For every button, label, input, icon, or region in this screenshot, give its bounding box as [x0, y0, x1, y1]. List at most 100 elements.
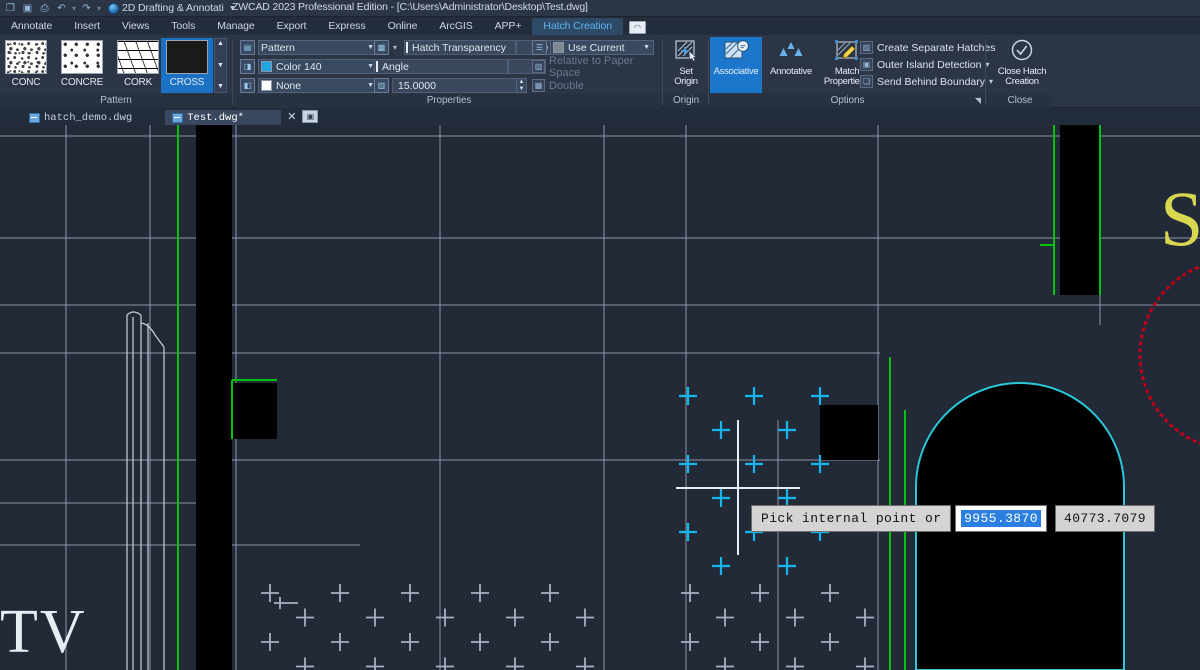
pattern-cork-label: CORK	[123, 77, 153, 88]
background-color-value: None	[276, 79, 302, 92]
command-prompt-tooltip: Pick internal point or	[751, 505, 952, 532]
tab-app-plus[interactable]: APP+	[484, 18, 533, 35]
outer-island-detection-row[interactable]: ▣ Outer Island Detection ▾	[860, 57, 990, 72]
pattern-concre-label: CONCRE	[60, 77, 104, 88]
hatch-color-icon: ◨	[240, 59, 255, 74]
angle-label-field[interactable]: Angle	[374, 59, 508, 74]
set-origin-label-line2: Origin	[674, 76, 698, 87]
create-separate-hatches-icon: ▨	[860, 41, 873, 54]
pattern-cross-label: CROSS	[169, 77, 205, 88]
undo-dropdown-icon[interactable]: ▾	[71, 1, 77, 15]
drawing-text-s: S	[1160, 175, 1200, 262]
conc-swatch-icon	[5, 40, 47, 74]
pattern-conc-button[interactable]: CONC	[0, 38, 52, 93]
close-tab-icon[interactable]: ✕	[287, 110, 296, 123]
file-tab-hatch-demo[interactable]: hatch_demo.dwg	[22, 110, 139, 125]
drawing-vectors	[0, 125, 1200, 670]
tab-manage[interactable]: Manage	[206, 18, 265, 35]
new-icon[interactable]: ❐	[3, 1, 18, 15]
relative-paper-space-row[interactable]: ▨ Relative to Paper Space	[532, 55, 662, 79]
crosshair-cursor	[676, 420, 800, 555]
create-separate-hatches-row[interactable]: ▨ Create Separate Hatches	[860, 40, 995, 55]
layer-color-chip	[553, 42, 564, 53]
transparency-caret-icon[interactable]: ▾	[393, 43, 397, 52]
file-tab-test[interactable]: Test.dwg*	[165, 110, 282, 125]
hatch-transparency-label-field[interactable]: Hatch Transparency	[404, 40, 517, 55]
chevron-down-icon[interactable]: ▼	[367, 63, 374, 70]
pattern-more-icon[interactable]: ▼	[217, 83, 224, 91]
tab-arcgis[interactable]: ArcGIS	[428, 18, 483, 35]
chevron-down-icon[interactable]: ▼	[367, 44, 374, 51]
double-row[interactable]: ▦ Double	[532, 77, 584, 94]
scale-stepper[interactable]: ▲ ▼	[516, 78, 527, 93]
plot-icon[interactable]: ⎙	[37, 1, 52, 15]
workspace-switcher[interactable]: 2D Drafting & Annotati ▼	[108, 2, 236, 14]
panel-pattern: CONC CONCRE CORK CROSS ▲ ▼ ▼ Pattern	[0, 35, 232, 108]
layer-combo[interactable]: Use Current ▼	[550, 40, 654, 55]
pattern-conc-label: CONC	[11, 77, 41, 88]
quick-access-toolbar: ❐ ▣ ⎙ ↶ ▾ ↷ ▾ 2D Drafting & Annotati ▼	[0, 1, 236, 15]
send-behind-boundary-row[interactable]: ❑ Send Behind Boundary ▾	[860, 74, 993, 89]
close-hatch-creation-button[interactable]: Close Hatch Creation	[994, 37, 1050, 93]
scroll-up-icon[interactable]: ▲	[217, 40, 224, 48]
background-color-combo[interactable]: None ▼	[258, 78, 378, 93]
file-tab-test-label: Test.dwg*	[187, 111, 244, 124]
redo-dropdown-icon[interactable]: ▾	[96, 1, 102, 15]
pattern-cork-button[interactable]: CORK	[112, 38, 164, 93]
associative-button[interactable]: Associative	[710, 37, 762, 93]
existing-hatch-crosses	[261, 584, 874, 670]
coordinate-x-input[interactable]: 9955.3870	[955, 505, 1047, 532]
options-dialog-launcher-icon[interactable]: ◥	[975, 94, 981, 108]
tab-insert[interactable]: Insert	[63, 18, 111, 35]
scale-row: ▥ 15.0000 ▲ ▼	[374, 77, 527, 94]
panel-close: Close Hatch Creation Close	[987, 35, 1053, 108]
annotative-button[interactable]: Annotative	[765, 37, 817, 93]
tab-hatch-creation[interactable]: Hatch Creation	[532, 18, 624, 35]
chevron-down-icon[interactable]: ▼	[643, 44, 650, 51]
workspace-globe-icon	[108, 2, 119, 14]
hatch-transparency-row: ▩ ▾ Hatch Transparency 0	[374, 39, 555, 56]
tab-online[interactable]: Online	[377, 18, 429, 35]
preview-hatch-crosses	[679, 387, 829, 575]
tab-annotate[interactable]: Annotate	[0, 18, 63, 35]
hatch-type-icon: ▤	[240, 40, 255, 55]
hatch-transparency-label: Hatch Transparency	[412, 41, 506, 54]
panel-close-label: Close	[987, 94, 1053, 108]
tab-express[interactable]: Express	[317, 18, 376, 35]
hatch-type-combo[interactable]: Pattern ▼	[258, 40, 378, 55]
new-tab-icon[interactable]: ▣	[302, 110, 319, 123]
tab-views[interactable]: Views	[111, 18, 160, 35]
pattern-scrollbar[interactable]: ▲ ▼ ▼	[214, 38, 227, 93]
application-title: ZWCAD 2023 Professional Edition - [C:\Us…	[232, 1, 588, 13]
chevron-down-icon[interactable]: ▼	[367, 82, 374, 89]
layer-row: ☰ Use Current ▼	[532, 39, 654, 56]
file-tab-hatch-demo-label: hatch_demo.dwg	[44, 111, 133, 124]
redo-icon[interactable]: ↷	[79, 1, 94, 15]
coordinate-y-input[interactable]: 40773.7079	[1055, 505, 1155, 532]
red-dashed-circle	[1138, 265, 1200, 445]
pattern-concre-button[interactable]: CONCRE	[56, 38, 108, 93]
hatch-color-combo[interactable]: Color 140 ▼	[258, 59, 378, 74]
annotative-label: Annotative	[770, 66, 812, 77]
hatch-type-row: ▤ Pattern ▼	[240, 39, 378, 56]
transparency-icon: ▩	[374, 40, 389, 55]
pattern-cross-button[interactable]: CROSS	[161, 38, 213, 93]
title-bar: ❐ ▣ ⎙ ↶ ▾ ↷ ▾ 2D Drafting & Annotati ▼ Z…	[0, 0, 1200, 17]
scale-value[interactable]: 15.0000	[392, 78, 517, 93]
annotative-icon	[777, 39, 805, 65]
save-icon[interactable]: ▣	[20, 1, 35, 15]
ribbon-expander-icon[interactable]: ◠	[629, 21, 647, 34]
drawing-canvas[interactable]: S TV Pick internal point or 9955.3870 40…	[0, 125, 1200, 670]
set-origin-button[interactable]: Set Origin	[661, 37, 711, 93]
undo-icon[interactable]: ↶	[54, 1, 69, 15]
tab-export[interactable]: Export	[266, 18, 318, 35]
tab-tools[interactable]: Tools	[160, 18, 206, 35]
panel-properties: ▤ Pattern ▼ ▩ ▾ Hatch Transparency 0	[236, 35, 662, 108]
ribbon-panels: CONC CONCRE CORK CROSS ▲ ▼ ▼ Pattern ▤ P…	[0, 35, 1200, 108]
scroll-down-icon[interactable]: ▼	[217, 62, 224, 70]
outer-island-detection-label: Outer Island Detection	[877, 58, 982, 71]
relative-paper-space-label: Relative to Paper Space	[549, 54, 634, 79]
double-icon: ▦	[532, 79, 545, 92]
close-hatch-label-line2: Creation	[1005, 76, 1039, 87]
cork-swatch-icon	[117, 40, 159, 74]
